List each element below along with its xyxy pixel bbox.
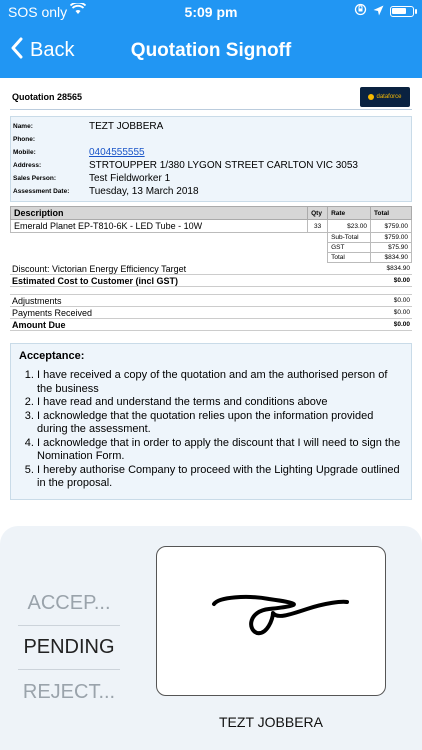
line-items-table: Description Qty Rate Total Emerald Plane…	[9, 206, 412, 263]
adjustments-value: $0.00	[393, 297, 410, 304]
customer-row: Sales Person: Test Fieldworker 1	[13, 172, 409, 185]
status-bar: SOS only 5:09 pm	[0, 0, 422, 24]
quotation-header: Quotation 28565 dataforce	[10, 84, 412, 110]
item-total: $759.00	[370, 219, 412, 233]
table-header-row: Description Qty Rate Total	[9, 206, 412, 220]
assessment-date: Tuesday, 13 March 2018	[89, 186, 199, 197]
company-logo: dataforce	[360, 86, 410, 107]
list-item: I hereby authorise Company to proceed wi…	[37, 464, 403, 491]
customer-row: Mobile: 0404555555	[13, 146, 409, 159]
summary-value: $834.90	[370, 252, 412, 263]
customer-row: Phone:	[13, 133, 409, 146]
adjustments-label: Adjustments	[12, 295, 62, 306]
list-item: I have read and understand the terms and…	[37, 396, 403, 410]
acceptance-list: I have received a copy of the quotation …	[19, 369, 403, 491]
summary-row: Sub-Total $759.00	[11, 232, 412, 243]
acceptance-title: Acceptance:	[19, 350, 85, 362]
payments-value: $0.00	[393, 309, 410, 316]
summary-value: $759.00	[370, 232, 412, 243]
status-option-reject[interactable]: REJECT...	[18, 670, 120, 714]
signature-pad[interactable]	[156, 546, 386, 696]
item-description: Emerald Planet EP-T810-6K - LED Tube - 1…	[9, 219, 309, 233]
col-description: Description	[9, 206, 309, 220]
payments-label: Payments Received	[12, 307, 93, 318]
discount-label: Discount: Victorian Energy Efficiency Ta…	[12, 263, 187, 274]
discount-line: Discount: Victorian Energy Efficiency Ta…	[10, 263, 412, 275]
item-rate: $23.00	[327, 219, 372, 233]
col-total: Total	[370, 206, 412, 220]
summary-label: Total	[327, 252, 372, 263]
status-picker[interactable]: ACCEP... PENDING REJECT...	[18, 582, 120, 714]
table-row: Emerald Planet EP-T810-6K - LED Tube - 1…	[9, 219, 412, 233]
adjustments-line: Adjustments $0.00	[10, 295, 412, 307]
sales-person: Test Fieldworker 1	[89, 173, 171, 184]
customer-row: Address: STRTOUPPER 1/380 LYGON STREET C…	[13, 159, 409, 172]
field-label: Sales Person:	[13, 175, 56, 182]
app-header: SOS only 5:09 pm Back Quotation Signoff	[0, 0, 422, 78]
summary-row: GST $75.90	[11, 242, 412, 253]
quotation-document: Quotation 28565 dataforce Name: TEZT JOB…	[9, 84, 412, 500]
status-option-accept[interactable]: ACCEP...	[18, 582, 120, 626]
field-label: Name:	[13, 123, 33, 130]
col-rate: Rate	[327, 206, 372, 220]
logo-text: dataforce	[376, 93, 402, 100]
status-option-pending[interactable]: PENDING	[18, 626, 120, 670]
signoff-panel: ACCEP... PENDING REJECT... TEZT JOBBERA	[0, 526, 422, 750]
list-item: I acknowledge that in order to apply the…	[37, 437, 403, 464]
summary-row: Total $834.90	[11, 252, 412, 263]
summary-label: GST	[327, 242, 372, 253]
field-label: Phone:	[13, 136, 36, 143]
field-label: Mobile:	[13, 149, 36, 156]
discount-value: $834.90	[386, 265, 411, 272]
nav-bar: Back Quotation Signoff	[0, 32, 422, 72]
estimated-cost-line: Estimated Cost to Customer (incl GST) $0…	[10, 275, 412, 287]
customer-address: STRTOUPPER 1/380 LYGON STREET CARLTON VI…	[89, 160, 358, 171]
list-item: I have received a copy of the quotation …	[37, 369, 403, 396]
amount-due-label: Amount Due	[12, 319, 66, 330]
list-item: I acknowledge that the quotation relies …	[37, 410, 403, 437]
customer-details: Name: TEZT JOBBERA Phone: Mobile: 040455…	[10, 116, 412, 202]
summary-label: Sub-Total	[327, 232, 372, 243]
mobile-link[interactable]: 0404555555	[89, 147, 145, 158]
col-qty: Qty	[307, 206, 329, 220]
orientation-lock-icon	[354, 3, 367, 19]
battery-icon	[390, 5, 417, 17]
customer-name: TEZT JOBBERA	[89, 121, 164, 132]
location-icon	[373, 3, 384, 19]
signer-name: TEZT JOBBERA	[219, 714, 323, 730]
summary-value: $75.90	[370, 242, 412, 253]
field-label: Address:	[13, 162, 42, 169]
customer-row: Name: TEZT JOBBERA	[13, 120, 409, 133]
item-qty: 33	[307, 219, 329, 233]
field-label: Assessment Date:	[13, 188, 70, 195]
estimated-value: $0.00	[393, 277, 410, 284]
amount-due-value: $0.00	[393, 321, 410, 328]
page-title: Quotation Signoff	[130, 40, 292, 61]
estimated-label: Estimated Cost to Customer (incl GST)	[12, 275, 179, 286]
signature-drawing	[212, 594, 349, 636]
payments-line: Payments Received $0.00	[10, 307, 412, 319]
customer-row: Assessment Date: Tuesday, 13 March 2018	[13, 185, 409, 198]
amount-due-line: Amount Due $0.00	[10, 319, 412, 331]
acceptance-box: Acceptance: I have received a copy of th…	[10, 343, 412, 500]
cost-lines: Discount: Victorian Energy Efficiency Ta…	[10, 263, 412, 331]
quotation-number: Quotation 28565	[12, 91, 83, 102]
